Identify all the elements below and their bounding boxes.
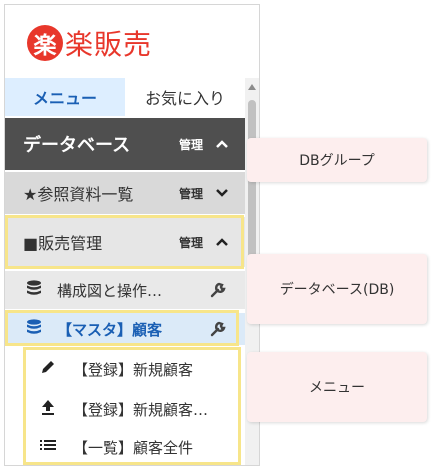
pencil-icon: [39, 358, 57, 380]
group-header-sales[interactable]: ■販売管理 管理: [5, 217, 245, 267]
callout-database: データベース(DB): [247, 254, 427, 324]
app-logo[interactable]: 楽 楽販売: [27, 23, 152, 63]
manage-link[interactable]: 管理: [179, 136, 203, 153]
callout-menu: メニュー: [247, 352, 427, 422]
sidebar: 楽 楽販売 メニュー お気に入り データベース 管理 ★参照資料一覧 管理 ■販…: [4, 4, 260, 466]
group-label: ■販売管理: [23, 234, 103, 253]
menu-item[interactable]: 【登録】新規顧客…: [25, 391, 241, 427]
database-item-active[interactable]: 【マスタ】顧客: [5, 313, 245, 345]
sidebar-tabs: メニュー お気に入り: [5, 78, 245, 116]
menu-item-label: 【登録】新規顧客: [73, 360, 194, 379]
logo-text: 楽販売: [65, 28, 153, 61]
callout-db-group: DBグループ: [247, 138, 427, 182]
database-item[interactable]: 構成図と操作…: [5, 271, 245, 309]
group-label: データベース: [23, 135, 131, 156]
logo-badge: 楽: [27, 25, 63, 61]
callout-text: データベース(DB): [279, 282, 395, 298]
wrench-icon[interactable]: [209, 320, 227, 338]
manage-link[interactable]: 管理: [179, 234, 203, 251]
group-header-reference[interactable]: ★参照資料一覧 管理: [5, 172, 245, 214]
upload-icon: [39, 398, 57, 420]
menu-item[interactable]: 【一覧】顧客全件: [25, 429, 241, 465]
chevron-up-icon[interactable]: [215, 235, 229, 249]
database-icon: [25, 279, 43, 301]
database-label: 【マスタ】顧客: [57, 320, 163, 339]
list-icon: [39, 436, 57, 458]
tab-favorites[interactable]: お気に入り: [125, 78, 245, 116]
wrench-icon[interactable]: [209, 281, 227, 299]
menu-item-label: 【一覧】顧客全件: [73, 438, 194, 457]
chevron-down-icon[interactable]: [215, 186, 229, 200]
manage-link[interactable]: 管理: [179, 185, 203, 202]
menu-item-label: 【登録】新規顧客…: [73, 400, 209, 419]
callout-text: メニュー: [309, 380, 365, 396]
group-header-database[interactable]: データベース 管理: [5, 118, 245, 170]
database-label: 構成図と操作…: [57, 281, 163, 300]
chevron-up-icon[interactable]: [215, 137, 229, 151]
callout-text: DBグループ: [299, 153, 375, 169]
database-icon: [25, 318, 43, 340]
group-label: ★参照資料一覧: [23, 185, 134, 204]
menu-item[interactable]: 【登録】新規顧客: [25, 351, 241, 387]
tab-menu[interactable]: メニュー: [5, 78, 125, 116]
scroll-up-arrow-icon[interactable]: [248, 84, 256, 90]
